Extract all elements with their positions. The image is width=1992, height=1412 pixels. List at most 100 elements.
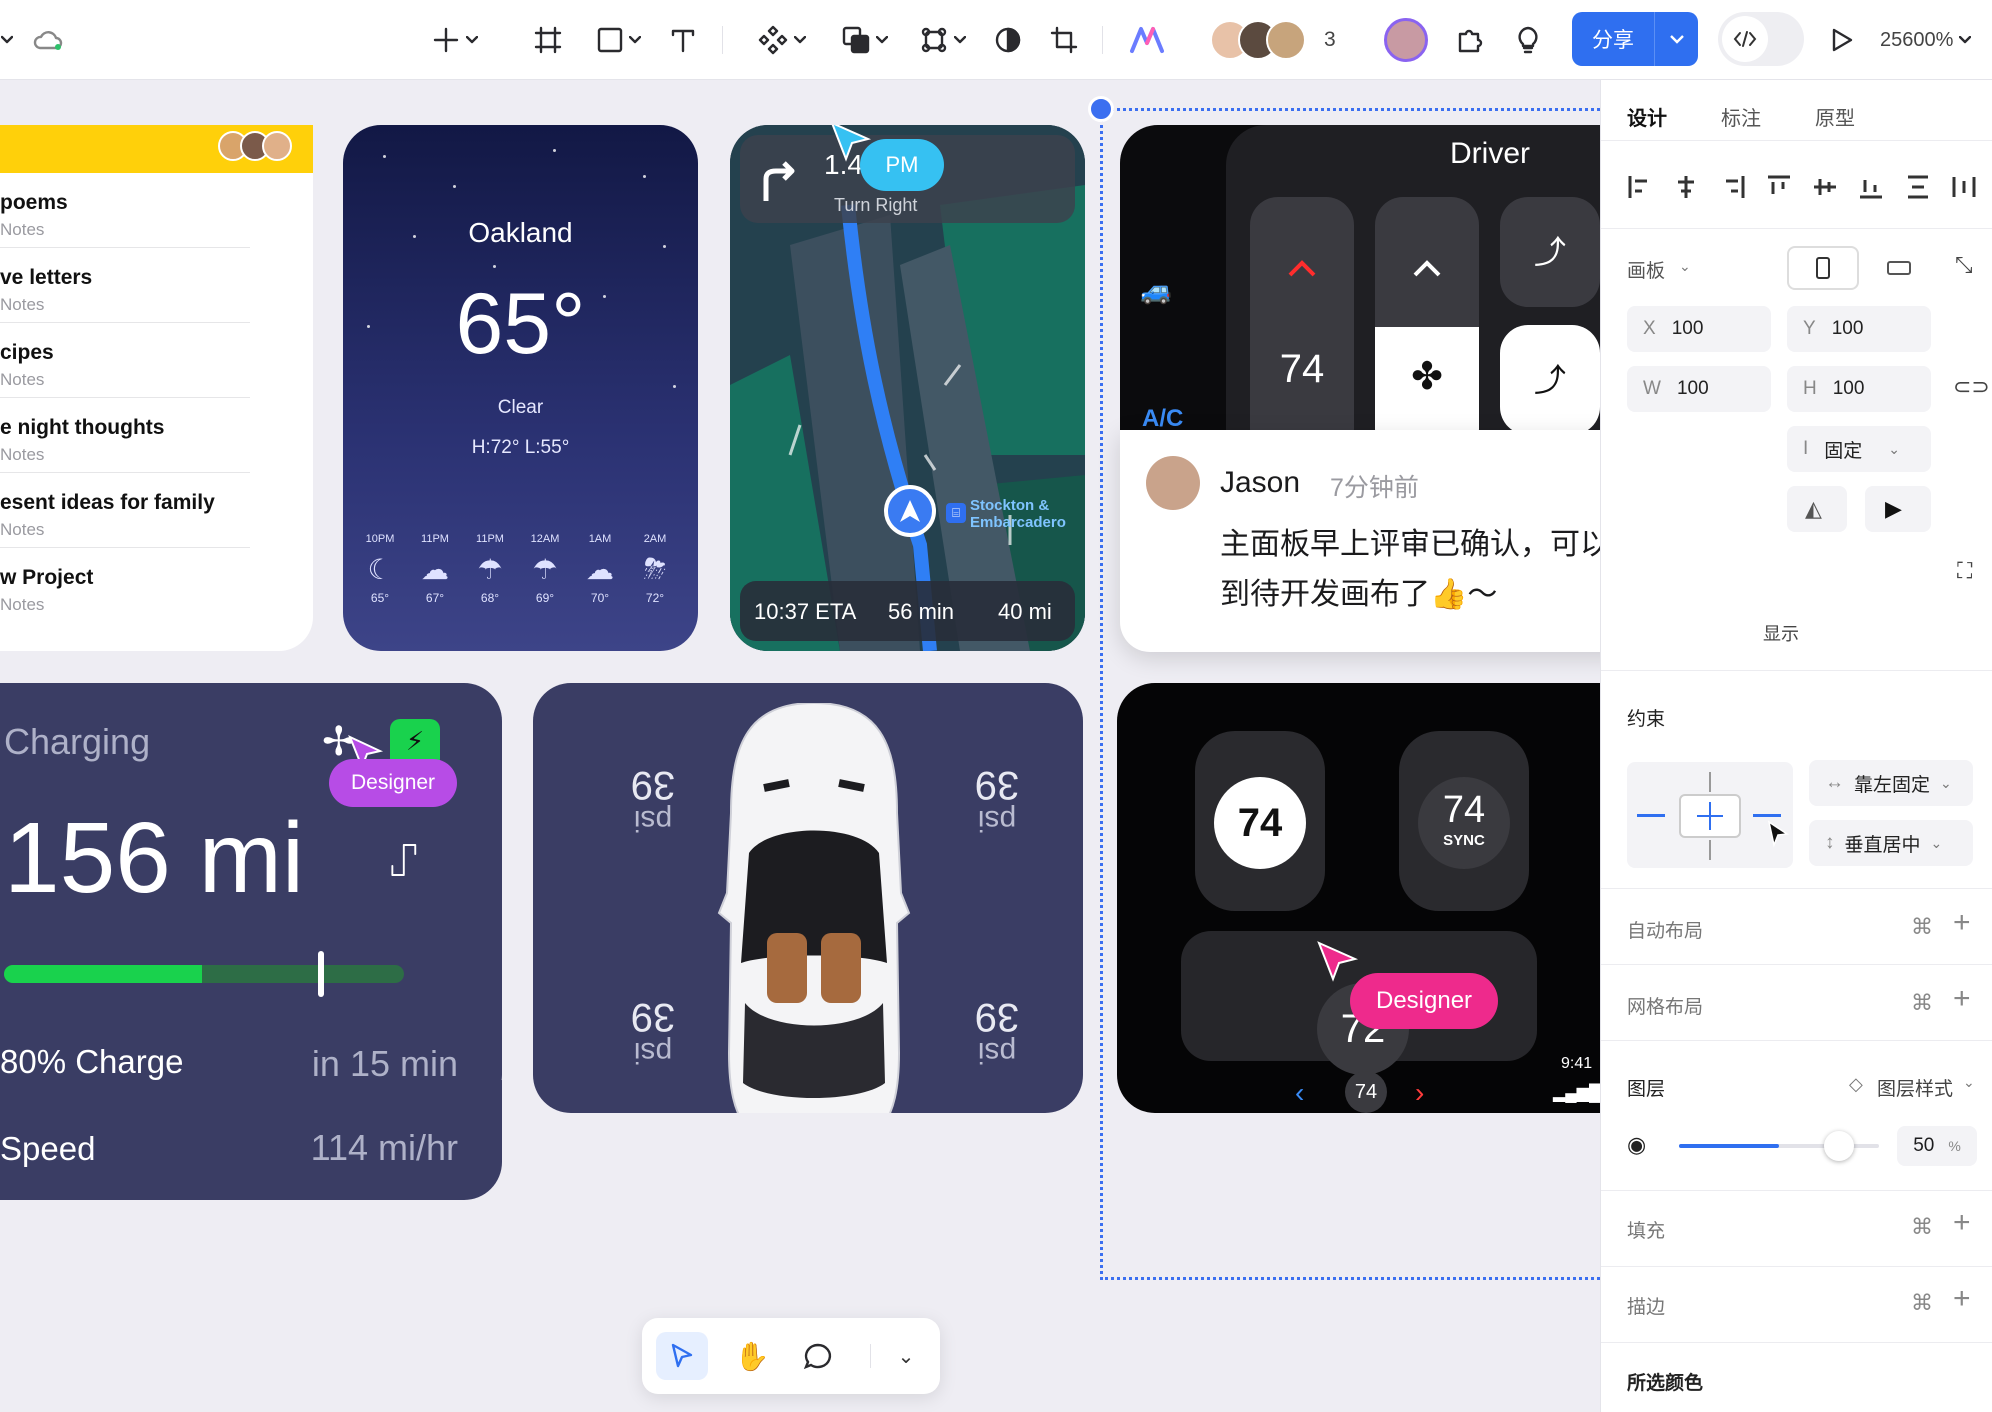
share-button[interactable]: 分享 (1572, 12, 1698, 66)
add-fill-button[interactable]: + (1953, 1206, 1971, 1240)
command-icon[interactable]: ⌘ (1911, 1214, 1933, 1240)
component-tool-button[interactable] (750, 18, 814, 62)
list-item[interactable]: poems Notes (0, 173, 250, 248)
list-item[interactable]: ve letters Notes (0, 248, 250, 323)
frame-label[interactable]: 画板 (1627, 256, 1665, 283)
notes-card[interactable]: poems Notes ve letters Notes cipes Notes e … (0, 125, 313, 651)
tire-pressure-card[interactable]: psi 39 psi 39 psi 39 psi 39 (533, 683, 1083, 1113)
grid-layout-label[interactable]: 网格布局 (1627, 992, 1703, 1019)
tab-design[interactable]: 设计 (1627, 102, 1667, 131)
temp-up-icon[interactable] (1288, 259, 1316, 277)
next-chevron-icon[interactable]: › (1415, 1077, 1424, 1109)
distribute-h-icon[interactable] (1905, 174, 1931, 200)
resize-icon[interactable]: ⤡ (1955, 252, 1973, 278)
collaborators[interactable]: 3 (1210, 18, 1350, 62)
align-bottom-icon[interactable] (1858, 174, 1884, 200)
align-left-icon[interactable] (1627, 174, 1653, 200)
align-center-h-icon[interactable] (1673, 174, 1699, 200)
dev-mode-toggle[interactable] (1718, 12, 1804, 66)
hand-tool-icon[interactable]: ✋ (726, 1332, 778, 1380)
boolean-tool-button[interactable] (834, 18, 896, 62)
y-field[interactable]: Y 100 (1787, 306, 1931, 352)
lightbulb-icon[interactable] (1508, 18, 1548, 62)
fan-control[interactable]: ✤ (1375, 197, 1479, 457)
cloud-sync-icon[interactable] (30, 18, 66, 62)
frame-tool-icon[interactable] (530, 18, 566, 62)
selection-handle[interactable] (1088, 96, 1114, 122)
layer-style-label[interactable]: 图层样式 (1877, 1074, 1953, 1101)
constraint-widget[interactable] (1627, 762, 1793, 868)
seat-heat-icon[interactable]: ⤴ (1500, 325, 1600, 435)
fan-up-icon[interactable] (1413, 259, 1441, 277)
align-center-v-icon[interactable] (1812, 174, 1838, 200)
list-item[interactable]: cipes Notes (0, 323, 250, 398)
more-tools-icon[interactable]: ⌄ (886, 1332, 926, 1380)
zoom-control[interactable]: 25600% (1880, 18, 1992, 62)
auto-layout-label[interactable]: 自动布局 (1627, 916, 1703, 943)
prev-chevron-icon[interactable]: ‹ (1295, 1077, 1304, 1109)
w-field[interactable]: W 100 (1627, 366, 1771, 412)
text-tool-icon[interactable] (666, 18, 700, 62)
move-tool-button[interactable] (656, 1332, 708, 1380)
h-field[interactable]: H 100 (1787, 366, 1931, 412)
left-seat-temp[interactable]: 74 (1214, 777, 1306, 869)
x-field[interactable]: X 100 (1627, 306, 1771, 352)
share-dropdown-icon[interactable] (1655, 34, 1698, 44)
list-item[interactable]: w Project Notes (0, 548, 250, 623)
seat-climate-card[interactable]: 74 74 SYNC 72 Designer ‹ 74 › 9:41 ▂▄▆█ (1117, 683, 1600, 1113)
tab-prototype[interactable]: 原型 (1815, 102, 1855, 131)
comment-popover[interactable]: Jason 7分钟前 主面板早上评审已确认，可以移动 到待开发画布了👍～ (1120, 430, 1600, 652)
constraint-h-select[interactable]: ↔ 靠左固定 ⌄ (1809, 760, 1973, 806)
tab-annotate[interactable]: 标注 (1721, 102, 1761, 131)
mask-tool-icon[interactable] (990, 18, 1026, 62)
psi-value: 39 (974, 763, 1020, 807)
add-grid-layout-button[interactable]: + (1953, 982, 1971, 1016)
opacity-field[interactable]: 50 % (1897, 1126, 1977, 1166)
opacity-knob[interactable] (1824, 1131, 1854, 1161)
distribute-v-icon[interactable] (1951, 174, 1977, 200)
vector-tool-button[interactable] (914, 18, 972, 62)
design-canvas[interactable]: poems Notes ve letters Notes cipes Notes e … (0, 80, 1600, 1412)
list-item[interactable]: esent ideas for family Notes (0, 473, 250, 548)
height-mode-select[interactable]: I 固定 ⌄ (1787, 426, 1931, 472)
right-seat-temp[interactable]: 74 SYNC (1418, 777, 1510, 869)
eye-icon[interactable]: ◉ (1627, 1132, 1646, 1158)
charging-card[interactable]: Charging ✢ ⚡ 156 mi ⑀ 80% Charge in 15 m… (0, 683, 502, 1113)
add-tool-button[interactable] (422, 18, 488, 62)
flip-v-icon[interactable]: ▶ (1865, 486, 1931, 532)
temp-control[interactable]: 74 (1250, 197, 1354, 457)
play-icon[interactable] (1822, 18, 1862, 62)
flip-h-icon[interactable]: ◭ (1787, 486, 1847, 532)
align-right-icon[interactable] (1720, 174, 1746, 200)
list-item[interactable]: e night thoughts Notes (0, 398, 250, 473)
comment-tool-icon[interactable] (792, 1332, 844, 1380)
expand-icon[interactable]: ⛶ (1957, 558, 1972, 584)
align-top-icon[interactable] (1766, 174, 1792, 200)
weather-card[interactable]: Oakland 65° Clear H:72° L:55° 10PM ☾ 65° 1… (343, 125, 698, 651)
constraint-v-select[interactable]: ↕ 垂直居中 ⌄ (1809, 820, 1973, 866)
portrait-button[interactable] (1787, 246, 1859, 290)
crop-tool-icon[interactable] (1046, 18, 1082, 62)
menu-chevron-icon[interactable] (0, 18, 14, 62)
landscape-button[interactable] (1863, 246, 1935, 290)
climate-driver-card[interactable]: Driver 🚙 A/C 74 ✤ ⤴ ⤴ (1120, 125, 1600, 457)
fill-label[interactable]: 填充 (1627, 1216, 1665, 1243)
command-icon[interactable]: ⌘ (1911, 990, 1933, 1016)
navigation-card[interactable]: 1.4 Turn Right PM ⌸ Stockton & Embarcade… (730, 125, 1085, 651)
link-icon[interactable]: ⊂⊃ (1953, 374, 1990, 400)
opacity-slider[interactable] (1679, 1131, 1879, 1161)
chevron-down-icon[interactable]: ⌄ (1679, 258, 1691, 275)
charge-limit-marker[interactable] (318, 951, 324, 997)
stroke-label[interactable]: 描边 (1627, 1292, 1665, 1319)
rectangle-tool-button[interactable] (590, 18, 648, 62)
add-stroke-button[interactable]: + (1953, 1282, 1971, 1316)
command-icon[interactable]: ⌘ (1911, 914, 1933, 940)
user-avatar[interactable] (1384, 18, 1428, 62)
seat-recline-icon[interactable]: ⤴ (1500, 197, 1600, 307)
chevron-down-icon[interactable]: ⌄ (1963, 1074, 1975, 1091)
plugin-icon[interactable] (1450, 18, 1490, 62)
ai-logo-icon[interactable] (1124, 18, 1170, 62)
command-icon[interactable]: ⌘ (1911, 1290, 1933, 1316)
place-line: Embarcadero (970, 514, 1066, 531)
add-auto-layout-button[interactable]: + (1953, 906, 1971, 940)
